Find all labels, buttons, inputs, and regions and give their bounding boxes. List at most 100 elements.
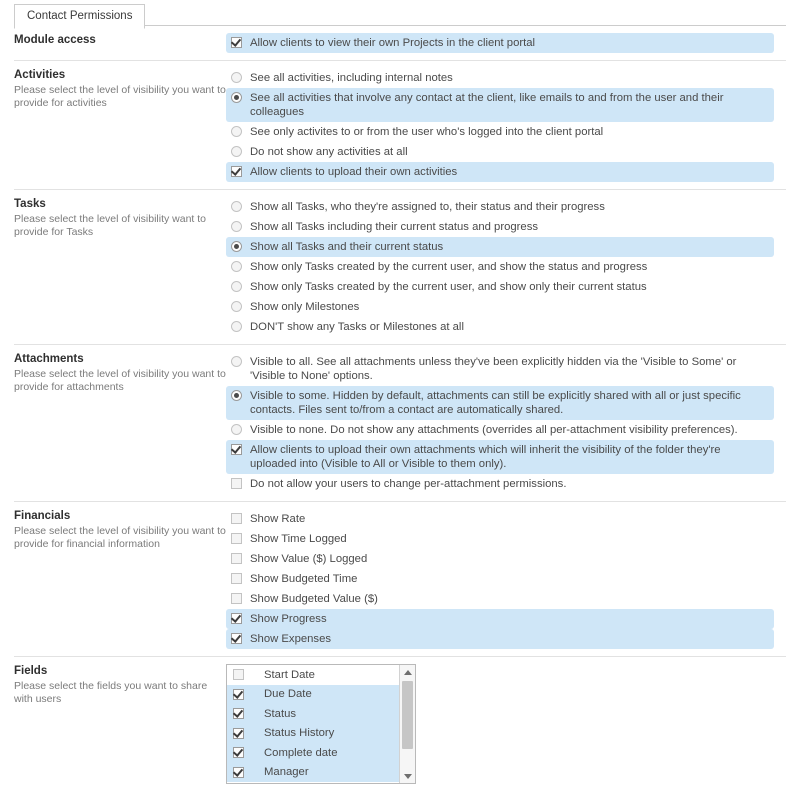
option-row[interactable]: Show all Tasks, who they're assigned to,… xyxy=(226,197,774,217)
checkbox-icon xyxy=(231,533,242,544)
radio-icon xyxy=(231,424,242,435)
section-options-attachments: Visible to all. See all attachments unle… xyxy=(226,352,786,494)
radio-button[interactable] xyxy=(231,221,242,232)
option-label: Show Value ($) Logged xyxy=(250,552,768,566)
radio-icon xyxy=(231,92,242,103)
checkbox-icon xyxy=(233,689,244,700)
permissions-form: Module accessAllow clients to view their… xyxy=(0,26,800,791)
radio-icon xyxy=(231,126,242,137)
checkbox-unchecked[interactable] xyxy=(231,533,242,544)
radio-button[interactable] xyxy=(231,72,242,83)
option-row[interactable]: DON'T show any Tasks or Milestones at al… xyxy=(226,317,774,337)
scroll-up-arrow-icon[interactable] xyxy=(400,665,415,679)
option-label: Show Rate xyxy=(250,512,768,526)
checkbox-checked[interactable] xyxy=(233,747,244,758)
checkbox-unchecked[interactable] xyxy=(231,553,242,564)
radio-icon xyxy=(231,146,242,157)
option-row[interactable]: See only activites to or from the user w… xyxy=(226,122,774,142)
option-row[interactable]: See all activities, including internal n… xyxy=(226,68,774,88)
radio-icon xyxy=(231,356,242,367)
option-row[interactable]: Allow clients to upload their own activi… xyxy=(226,162,774,182)
list-item[interactable]: Manager xyxy=(227,763,399,783)
list-item[interactable]: Status xyxy=(227,704,399,724)
fields-list-scrollbar[interactable] xyxy=(399,665,415,783)
fields-list: Start DateDue Date Status Status HistoryCo… xyxy=(227,665,399,783)
checkbox-unchecked[interactable] xyxy=(231,513,242,524)
radio-button[interactable] xyxy=(231,201,242,212)
option-row[interactable]: Visible to none. Do not show any attachm… xyxy=(226,420,774,440)
option-row[interactable]: Show all Tasks and their current status xyxy=(226,237,774,257)
option-label: Show Expenses xyxy=(250,632,768,646)
option-row[interactable]: Show Value ($) Logged xyxy=(226,549,774,569)
option-label: See all activities, including internal n… xyxy=(250,71,768,85)
option-label: See only activites to or from the user w… xyxy=(250,125,768,139)
section-options-financials: Show Rate Show Time Logged Show Value ($) … xyxy=(226,509,786,649)
option-row[interactable]: Allow clients to upload their own attach… xyxy=(226,440,774,474)
list-item[interactable]: Due Date xyxy=(227,685,399,705)
checkbox-checked[interactable] xyxy=(233,767,244,778)
checkbox-icon xyxy=(233,747,244,758)
section-title: Activities xyxy=(14,68,226,82)
option-row[interactable]: Visible to all. See all attachments unle… xyxy=(226,352,774,386)
checkbox-icon xyxy=(231,613,242,624)
checkbox-checked[interactable] xyxy=(233,689,244,700)
checkbox-checked[interactable] xyxy=(231,613,242,624)
option-label: Allow clients to upload their own activi… xyxy=(250,165,768,179)
checkbox-icon xyxy=(233,708,244,719)
checkbox-unchecked[interactable] xyxy=(231,593,242,604)
checkbox-checked[interactable] xyxy=(233,708,244,719)
checkbox-unchecked[interactable] xyxy=(231,573,242,584)
checkbox-icon xyxy=(233,767,244,778)
option-row[interactable]: Allow clients to view their own Projects… xyxy=(226,33,774,53)
scroll-down-arrow-icon[interactable] xyxy=(400,769,415,783)
option-label: Visible to some. Hidden by default, atta… xyxy=(250,389,768,417)
radio-button[interactable] xyxy=(231,281,242,292)
radio-button[interactable] xyxy=(231,424,242,435)
option-row[interactable]: Show Budgeted Time xyxy=(226,569,774,589)
option-row[interactable]: Show only Milestones xyxy=(226,297,774,317)
option-row[interactable]: Show Rate xyxy=(226,509,774,529)
radio-icon xyxy=(231,301,242,312)
fields-list-box[interactable]: Start DateDue Date Status Status HistoryCo… xyxy=(226,664,416,784)
section-options-activities: See all activities, including internal n… xyxy=(226,68,786,182)
option-row[interactable]: Do not show any activities at all xyxy=(226,142,774,162)
checkbox-checked[interactable] xyxy=(231,444,242,455)
radio-button[interactable] xyxy=(231,301,242,312)
list-item-label: Status xyxy=(264,708,296,720)
option-row[interactable]: Show only Tasks created by the current u… xyxy=(226,257,774,277)
option-row[interactable]: See all activities that involve any cont… xyxy=(226,88,774,122)
radio-icon xyxy=(231,221,242,232)
radio-button-selected[interactable] xyxy=(231,92,242,103)
checkbox-icon xyxy=(231,513,242,524)
option-row[interactable]: Do not allow your users to change per-at… xyxy=(226,474,774,494)
radio-button[interactable] xyxy=(231,321,242,332)
radio-button[interactable] xyxy=(231,126,242,137)
option-label: Show all Tasks and their current status xyxy=(250,240,768,254)
radio-button-selected[interactable] xyxy=(231,390,242,401)
checkbox-checked[interactable] xyxy=(231,37,242,48)
option-row[interactable]: Show Progress xyxy=(226,609,774,629)
checkbox-unchecked[interactable] xyxy=(231,478,242,489)
radio-icon xyxy=(231,390,242,401)
radio-icon xyxy=(231,261,242,272)
option-row[interactable]: Show only Tasks created by the current u… xyxy=(226,277,774,297)
list-item[interactable]: Complete date xyxy=(227,743,399,763)
option-row[interactable]: Show all Tasks including their current s… xyxy=(226,217,774,237)
option-row[interactable]: Visible to some. Hidden by default, atta… xyxy=(226,386,774,420)
scrollbar-thumb[interactable] xyxy=(402,681,413,749)
list-item[interactable]: Start Date xyxy=(227,665,399,685)
option-row[interactable]: Show Time Logged xyxy=(226,529,774,549)
checkbox-checked[interactable] xyxy=(231,633,242,644)
radio-button[interactable] xyxy=(231,356,242,367)
checkbox-checked[interactable] xyxy=(231,166,242,177)
radio-button[interactable] xyxy=(231,146,242,157)
checkbox-unchecked[interactable] xyxy=(233,669,244,680)
option-row[interactable]: Show Expenses xyxy=(226,629,774,649)
radio-button[interactable] xyxy=(231,261,242,272)
checkbox-icon xyxy=(231,37,242,48)
option-row[interactable]: Show Budgeted Value ($) xyxy=(226,589,774,609)
tab-contact-permissions[interactable]: Contact Permissions xyxy=(14,4,145,29)
list-item[interactable]: Status History xyxy=(227,724,399,744)
checkbox-checked[interactable] xyxy=(233,728,244,739)
radio-button-selected[interactable] xyxy=(231,241,242,252)
